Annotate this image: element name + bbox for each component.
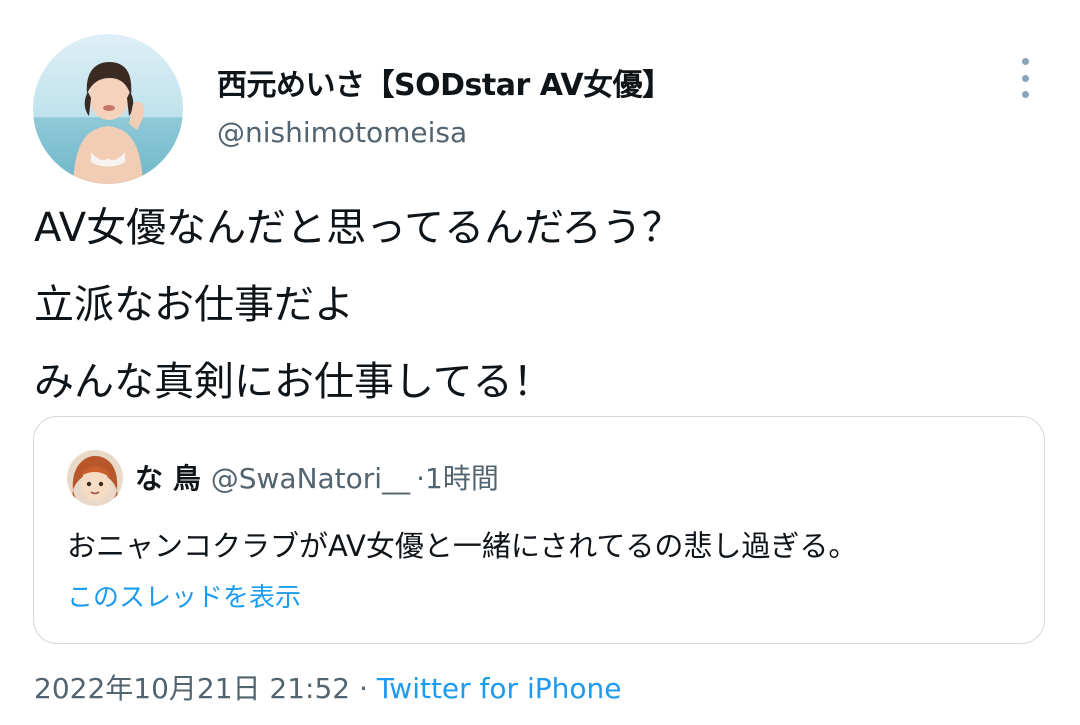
quoted-text: おニャンコクラブがAV女優と一緒にされてるの悲し過ぎる。 [67, 529, 858, 563]
author-handle[interactable]: @nishimotomeisa [217, 116, 467, 149]
tweet-metadata: 2022年10月21日 21:52 · Twitter for iPhone [34, 667, 622, 707]
more-dot [1021, 58, 1029, 65]
tweet-text-line: みんな真剣にお仕事してる！ [34, 359, 553, 405]
quoted-header: な 鳥 @SwaNatori__ ·1時間 [135, 457, 499, 497]
tweet-text-line: AV女優なんだと思ってるんだろう？ [34, 205, 682, 251]
tweet-text: AV女優なんだと思ってるんだろう？ 立派なお仕事だよ みんな真剣にお仕事してる！ [34, 190, 682, 421]
show-thread-link[interactable]: このスレッドを表示 [67, 577, 301, 614]
quoted-author-avatar[interactable] [67, 450, 123, 506]
more-options-icon[interactable] [1012, 58, 1038, 98]
quoted-timestamp[interactable]: 1時間 [425, 462, 499, 495]
profile-photo-icon [67, 450, 123, 506]
separator-dot: · [359, 672, 368, 705]
quoted-display-name[interactable]: な 鳥 [135, 462, 201, 495]
author-avatar[interactable] [33, 34, 183, 184]
more-dot [1021, 74, 1029, 82]
tweet-text-line: 立派なお仕事だよ [34, 282, 354, 328]
more-dot [1021, 91, 1029, 98]
quoted-handle[interactable]: @SwaNatori__ [211, 462, 410, 495]
tweet-source-link[interactable]: Twitter for iPhone [377, 672, 622, 705]
separator-dot: · [416, 462, 425, 495]
author-display-name[interactable]: 西元めいさ【SODstar AV女優】 [217, 60, 672, 104]
tweet-timestamp[interactable]: 2022年10月21日 21:52 [34, 672, 350, 705]
quoted-tweet-card[interactable]: な 鳥 @SwaNatori__ ·1時間 おニャンコクラブがAV女優と一緒にされて… [33, 416, 1045, 644]
tweet: 西元めいさ【SODstar AV女優】 @nishimotomeisa AV女優… [0, 0, 1080, 725]
profile-photo-icon [33, 34, 183, 184]
